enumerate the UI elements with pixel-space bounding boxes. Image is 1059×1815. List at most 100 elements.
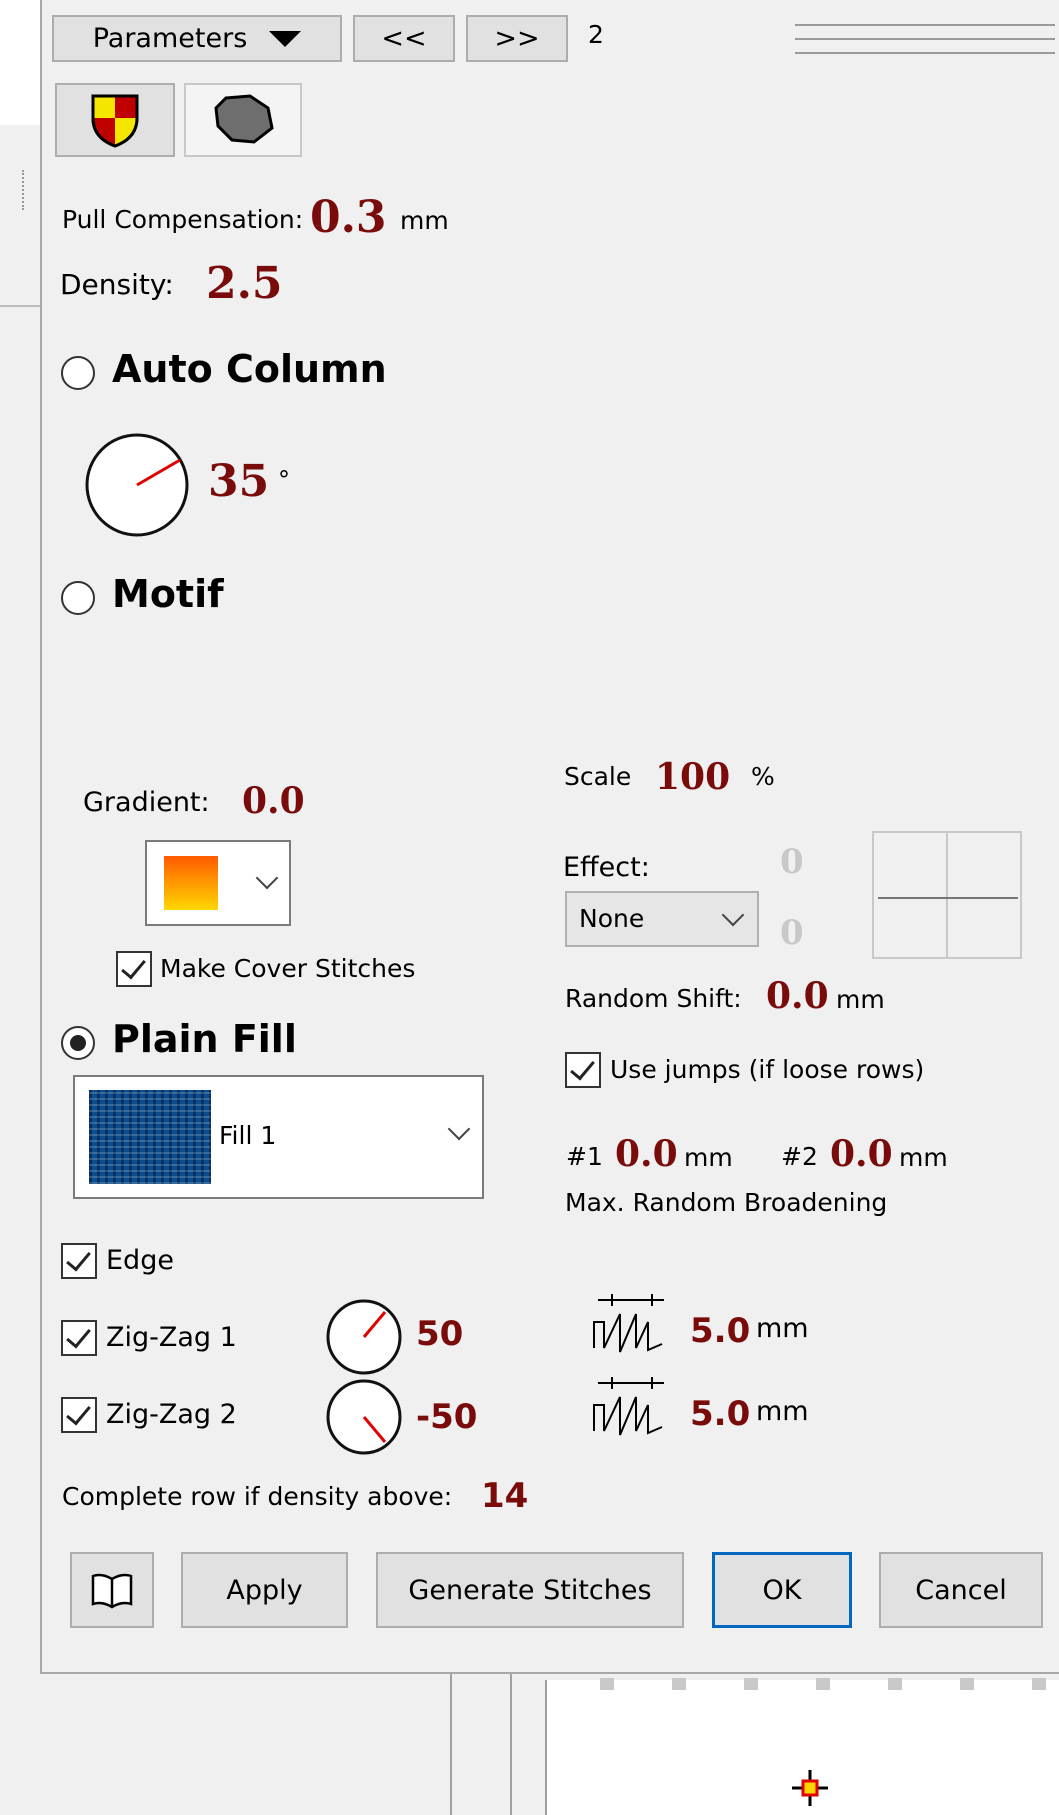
effect-selected: None bbox=[579, 904, 645, 933]
broadening-2-label: #2 bbox=[781, 1142, 818, 1171]
ruler-dash bbox=[1032, 1678, 1046, 1690]
gradient-label: Gradient: bbox=[83, 787, 210, 818]
random-shift-unit: mm bbox=[836, 985, 885, 1014]
apply-button[interactable]: Apply bbox=[181, 1552, 348, 1628]
zigzag-1-angle-dial-icon[interactable] bbox=[325, 1298, 403, 1376]
zigzag-2-label: Zig-Zag 2 bbox=[106, 1399, 237, 1430]
complete-row-value[interactable]: 14 bbox=[481, 1476, 528, 1516]
density-label: Density: bbox=[60, 268, 174, 301]
chevron-down-icon bbox=[721, 903, 745, 927]
book-icon bbox=[91, 1573, 133, 1609]
random-shift-label: Random Shift: bbox=[565, 984, 742, 1013]
broadening-2-unit: mm bbox=[899, 1143, 948, 1172]
previous-button[interactable]: << bbox=[353, 15, 455, 62]
ruler-dash bbox=[744, 1678, 758, 1690]
generate-stitches-button[interactable]: Generate Stitches bbox=[376, 1552, 684, 1628]
gradient-combo[interactable] bbox=[145, 840, 291, 926]
next-label: >> bbox=[494, 23, 540, 54]
background-panel bbox=[0, 0, 40, 125]
background-vline bbox=[510, 1672, 512, 1815]
effect-value-2: 0 bbox=[780, 913, 804, 953]
parameters-dropdown-button[interactable]: Parameters bbox=[52, 15, 342, 62]
object-properties-button[interactable] bbox=[55, 83, 175, 157]
angle-dial-icon[interactable] bbox=[84, 432, 190, 538]
pull-compensation-value[interactable]: 0.3 bbox=[310, 192, 387, 243]
generate-stitches-label: Generate Stitches bbox=[408, 1574, 652, 1606]
degree-unit: ° bbox=[278, 466, 290, 494]
scale-value[interactable]: 100 bbox=[655, 756, 730, 798]
fill-pattern-select[interactable]: Fill 1 bbox=[73, 1075, 484, 1199]
zigzag-width-icon bbox=[593, 1294, 664, 1353]
ruler-dash bbox=[888, 1678, 902, 1690]
make-cover-stitches-label: Make Cover Stitches bbox=[160, 954, 416, 983]
toolbar-grip bbox=[795, 22, 1055, 56]
zigzag-1-checkbox[interactable] bbox=[61, 1320, 97, 1356]
scale-unit: % bbox=[751, 762, 775, 791]
background-grip bbox=[22, 170, 34, 210]
background-divider bbox=[0, 305, 40, 307]
parameters-label: Parameters bbox=[92, 23, 248, 54]
ruler-dash bbox=[600, 1678, 614, 1690]
complete-row-label: Complete row if density above: bbox=[62, 1482, 453, 1511]
dropdown-arrow-icon bbox=[269, 30, 302, 47]
background-vline bbox=[450, 1672, 452, 1815]
zigzag-width-icon bbox=[593, 1377, 664, 1436]
ruler-dash bbox=[816, 1678, 830, 1690]
broadening-caption: Max. Random Broadening bbox=[565, 1188, 888, 1217]
random-shift-value[interactable]: 0.0 bbox=[766, 975, 829, 1017]
edge-label: Edge bbox=[106, 1245, 174, 1276]
gradient-swatch bbox=[164, 856, 218, 910]
effect-preview bbox=[872, 831, 1022, 959]
auto-column-angle-value[interactable]: 35 bbox=[208, 456, 269, 507]
broadening-1-value[interactable]: 0.0 bbox=[615, 1133, 678, 1175]
help-button[interactable] bbox=[70, 1552, 154, 1628]
zigzag-2-angle-value[interactable]: -50 bbox=[416, 1397, 477, 1437]
previous-label: << bbox=[381, 23, 427, 54]
zigzag-1-angle-value[interactable]: 50 bbox=[416, 1314, 463, 1354]
zigzag-1-width-value[interactable]: 5.0 bbox=[690, 1311, 750, 1351]
scale-label: Scale bbox=[564, 762, 632, 791]
auto-column-label: Auto Column bbox=[112, 347, 387, 391]
effect-select[interactable]: None bbox=[565, 891, 759, 947]
cancel-button[interactable]: Cancel bbox=[879, 1552, 1043, 1628]
broadening-2-value[interactable]: 0.0 bbox=[830, 1133, 893, 1175]
page-number: 2 bbox=[588, 20, 604, 49]
zigzag-2-angle-dial-icon[interactable] bbox=[325, 1378, 403, 1456]
fill-pattern-swatch bbox=[89, 1090, 211, 1184]
edge-checkbox[interactable] bbox=[61, 1243, 97, 1279]
ok-label: OK bbox=[762, 1574, 802, 1606]
fill-name: Fill 1 bbox=[219, 1121, 277, 1150]
pull-compensation-label: Pull Compensation: bbox=[62, 205, 304, 234]
shape-outline-icon bbox=[214, 94, 274, 144]
pull-compensation-unit: mm bbox=[400, 206, 449, 235]
effect-value-1: 0 bbox=[780, 842, 804, 882]
gradient-value[interactable]: 0.0 bbox=[242, 780, 305, 822]
zigzag-2-width-value[interactable]: 5.0 bbox=[690, 1394, 750, 1434]
chevron-down-icon bbox=[255, 866, 279, 890]
effect-label: Effect: bbox=[563, 852, 650, 883]
density-value[interactable]: 2.5 bbox=[206, 258, 283, 309]
ruler-dash bbox=[960, 1678, 974, 1690]
use-jumps-label: Use jumps (if loose rows) bbox=[610, 1055, 925, 1084]
next-button[interactable]: >> bbox=[466, 15, 568, 62]
shape-properties-button[interactable] bbox=[184, 83, 302, 157]
zigzag-2-width-unit: mm bbox=[756, 1396, 809, 1427]
ok-button[interactable]: OK bbox=[712, 1552, 852, 1628]
motif-label: Motif bbox=[112, 572, 224, 616]
auto-column-radio[interactable] bbox=[61, 356, 95, 390]
zigzag-1-width-unit: mm bbox=[756, 1313, 809, 1344]
make-cover-stitches-checkbox[interactable] bbox=[116, 951, 152, 987]
cancel-label: Cancel bbox=[915, 1574, 1007, 1606]
broadening-1-unit: mm bbox=[684, 1143, 733, 1172]
crosshair-icon bbox=[792, 1770, 828, 1806]
apply-label: Apply bbox=[226, 1574, 303, 1606]
plain-fill-label: Plain Fill bbox=[112, 1017, 297, 1061]
zigzag-1-label: Zig-Zag 1 bbox=[106, 1322, 237, 1353]
use-jumps-checkbox[interactable] bbox=[565, 1052, 601, 1088]
ruler-dash bbox=[672, 1678, 686, 1690]
motif-radio[interactable] bbox=[61, 581, 95, 615]
zigzag-2-checkbox[interactable] bbox=[61, 1397, 97, 1433]
plain-fill-radio[interactable] bbox=[61, 1026, 95, 1060]
shield-icon bbox=[91, 94, 139, 148]
broadening-1-label: #1 bbox=[566, 1142, 603, 1171]
